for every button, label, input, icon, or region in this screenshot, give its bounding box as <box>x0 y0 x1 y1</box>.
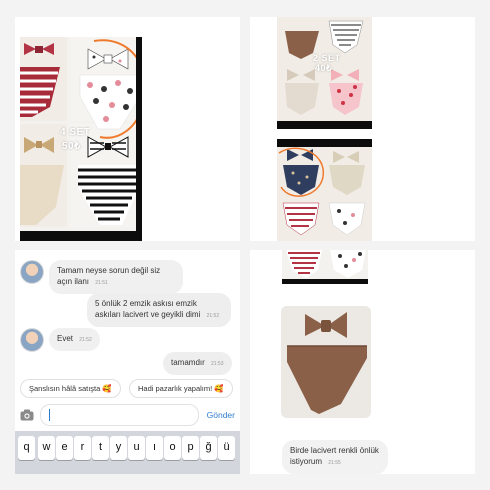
message-text: Tamam neyse sorun değil siz açın ilanı <box>57 266 161 286</box>
chat-photo-panel: Birde lacivert renkli önlük istiyorum 21… <box>250 250 475 474</box>
keyboard-key[interactable]: ı <box>146 436 163 460</box>
avatar <box>20 328 44 352</box>
message-bubble: Evet 21:52 <box>49 328 100 351</box>
keyboard-key[interactable]: o <box>164 436 181 460</box>
message-row: Birde lacivert renkli önlük istiyorum 21… <box>282 440 388 474</box>
keyboard-key[interactable]: y <box>110 436 127 460</box>
message-bubble: Tamam neyse sorun değil siz açın ilanı 2… <box>49 260 183 294</box>
quick-reply-chip[interactable]: Hadi pazarlık yapalım! 🥰 <box>129 379 233 398</box>
message-bubble: 5 önlük 2 emzik askısı emzik askıları la… <box>87 293 231 327</box>
keyboard-key[interactable]: q <box>18 436 35 460</box>
keyboard-key[interactable]: ü <box>218 436 235 460</box>
message-text: tamamdır <box>171 358 205 367</box>
message-time: 21:53 <box>211 361 224 367</box>
keyboard-key[interactable]: r <box>74 436 91 460</box>
message-text: 5 önlük 2 emzik askısı emzik askıları la… <box>95 299 201 319</box>
message-bubble: Birde lacivert renkli önlük istiyorum 21… <box>282 440 388 474</box>
camera-icon[interactable] <box>20 409 34 421</box>
keyboard-key[interactable]: u <box>128 436 145 460</box>
price-overlay-line2: 40₺ <box>315 63 333 73</box>
striped-bib-black <box>78 136 140 225</box>
message-composer: Gönder <box>20 403 235 427</box>
price-overlay-line1: 4 SET <box>60 127 91 138</box>
keyboard-key[interactable]: w <box>38 436 55 460</box>
chat-screenshot-panel: Tamam neyse sorun değil siz açın ilanı 2… <box>15 250 240 474</box>
message-row: Tamam neyse sorun değil siz açın ilanı 2… <box>20 260 183 294</box>
price-overlay-line1: 2 SET <box>313 53 341 63</box>
product-photo-collage: 4 SET 50₺ <box>20 37 142 241</box>
message-time: 21:55 <box>328 460 341 466</box>
product-photo-navy-set <box>277 139 372 241</box>
product-photo-strip <box>282 250 368 284</box>
keyboard-key[interactable]: e <box>56 436 73 460</box>
message-row: tamamdır 21:53 <box>163 352 232 375</box>
beige-bib <box>20 137 64 225</box>
on-screen-keyboard: q w e r t y u ı o p ğ ü <box>15 431 240 474</box>
avatar <box>20 260 44 284</box>
message-bubble: tamamdır 21:53 <box>163 352 232 375</box>
striped-bib-red <box>20 43 60 117</box>
product-photo-panel-1: 4 SET 50₺ <box>15 17 240 241</box>
keyboard-key[interactable]: t <box>92 436 109 460</box>
message-row: 5 önlük 2 emzik askısı emzik askıları la… <box>87 293 231 327</box>
message-time: 21:51 <box>95 280 108 286</box>
message-input[interactable] <box>40 404 199 426</box>
price-overlay-line2: 50₺ <box>62 141 81 152</box>
patterned-bib-white <box>79 48 141 130</box>
keyboard-key[interactable]: ğ <box>200 436 217 460</box>
message-time: 21:52 <box>79 337 92 343</box>
brown-bib-photo <box>281 306 371 418</box>
message-row: Evet 21:52 <box>20 328 100 352</box>
product-photo-brown-set: 2 SET 40₺ <box>277 17 372 129</box>
message-text: Evet <box>57 334 74 343</box>
quick-reply-chip[interactable]: Şanslısın hâlâ satışta 🥰 <box>20 379 121 398</box>
brown-bib <box>287 346 367 414</box>
send-button[interactable]: Gönder <box>207 410 235 420</box>
keyboard-key[interactable]: p <box>182 436 199 460</box>
message-time: 21:52 <box>206 313 220 319</box>
product-photo-panel-2: 2 SET 40₺ <box>250 17 475 241</box>
